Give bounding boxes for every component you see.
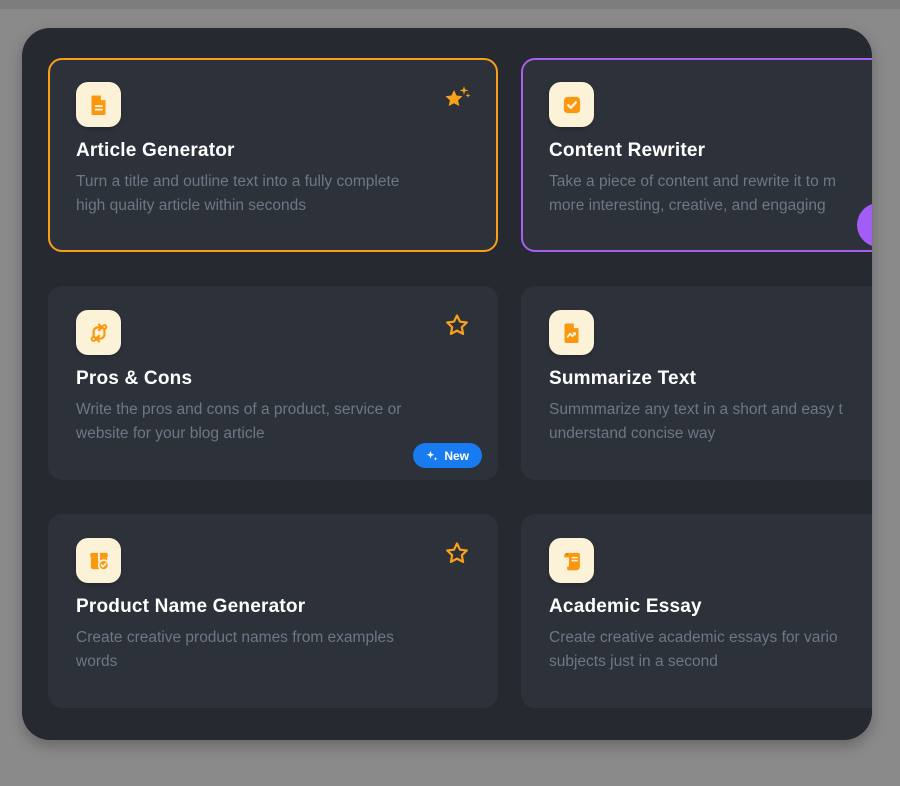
summary-document-icon bbox=[549, 310, 594, 355]
tool-card-content-rewriter[interactable]: Content Rewriter Take a piece of content… bbox=[521, 58, 872, 252]
sparkle-icon bbox=[426, 450, 438, 462]
package-check-icon bbox=[76, 538, 121, 583]
badge-label: New bbox=[444, 449, 469, 463]
card-title: Product Name Generator bbox=[76, 596, 470, 618]
tools-grid: Article Generator Turn a title and outli… bbox=[22, 28, 872, 740]
card-description: Create creative academic essays for vari… bbox=[549, 626, 872, 674]
page-background: Article Generator Turn a title and outli… bbox=[0, 0, 900, 786]
favorite-star-outline-icon[interactable] bbox=[442, 538, 472, 568]
checkbox-icon bbox=[549, 82, 594, 127]
scroll-icon bbox=[549, 538, 594, 583]
card-title: Pros & Cons bbox=[76, 368, 470, 390]
document-icon bbox=[76, 82, 121, 127]
top-strip bbox=[0, 0, 900, 9]
tools-panel: Article Generator Turn a title and outli… bbox=[22, 28, 872, 740]
card-description: Turn a title and outline text into a ful… bbox=[76, 170, 496, 218]
card-description: Write the pros and cons of a product, se… bbox=[76, 398, 496, 446]
tool-card-summarize-text[interactable]: Summarize Text Summmarize any text in a … bbox=[521, 286, 872, 480]
card-title: Content Rewriter bbox=[549, 140, 872, 162]
favorite-star-filled-icon[interactable] bbox=[442, 82, 472, 112]
card-description: Create creative product names from examp… bbox=[76, 626, 496, 674]
card-description: Take a piece of content and rewrite it t… bbox=[549, 170, 872, 218]
new-badge: New bbox=[413, 443, 482, 468]
tool-card-article-generator[interactable]: Article Generator Turn a title and outli… bbox=[48, 58, 498, 252]
tool-card-pros-and-cons[interactable]: Pros & Cons Write the pros and cons of a… bbox=[48, 286, 498, 480]
card-title: Academic Essay bbox=[549, 596, 872, 618]
card-title: Summarize Text bbox=[549, 368, 872, 390]
tool-card-product-name-generator[interactable]: Product Name Generator Create creative p… bbox=[48, 514, 498, 708]
card-title: Article Generator bbox=[76, 140, 470, 162]
favorite-star-outline-icon[interactable] bbox=[442, 310, 472, 340]
swap-arrows-icon bbox=[76, 310, 121, 355]
tool-card-academic-essay[interactable]: Academic Essay Create creative academic … bbox=[521, 514, 872, 708]
card-description: Summmarize any text in a short and easy … bbox=[549, 398, 872, 446]
